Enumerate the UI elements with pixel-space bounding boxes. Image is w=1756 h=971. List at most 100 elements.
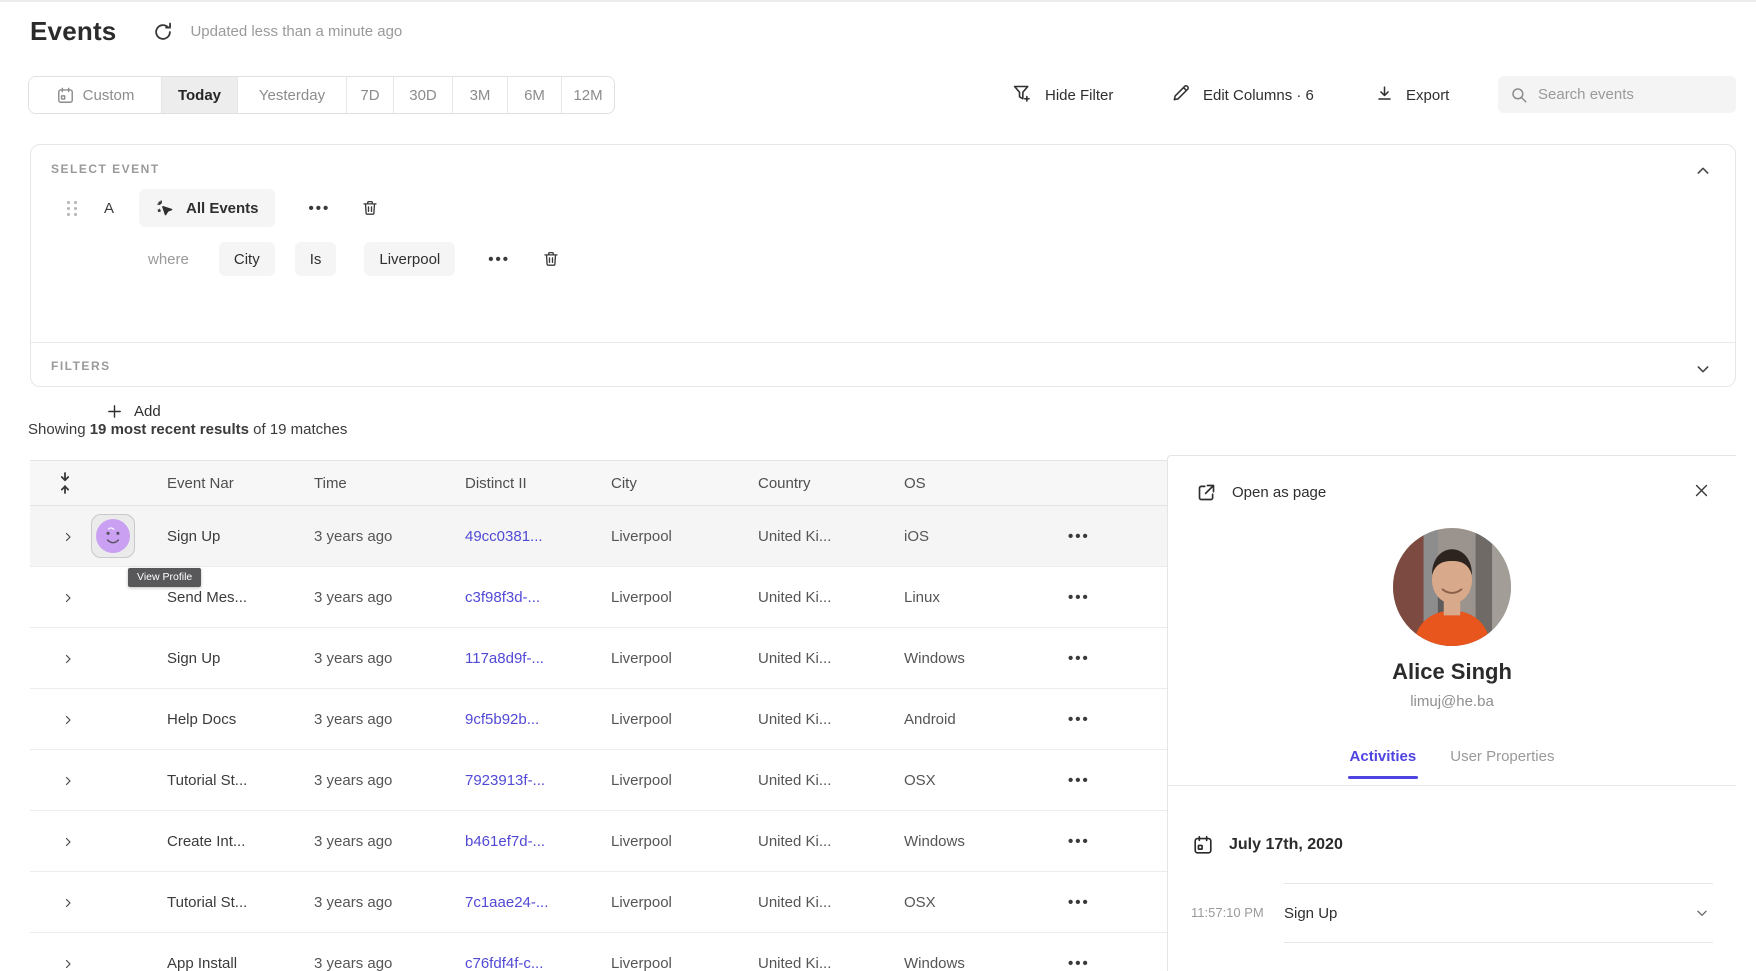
expand-filters-chevron-down-icon[interactable] — [1695, 361, 1711, 377]
results-summary: Showing 19 most recent results of 19 mat… — [28, 421, 347, 438]
filter-trash-icon[interactable] — [542, 249, 560, 269]
distinct-id-link[interactable]: b461ef7d-... — [465, 833, 611, 850]
expand-row-chevron-right-icon[interactable] — [62, 957, 74, 969]
distinct-id-link[interactable]: c76fdf4f-c... — [465, 955, 611, 971]
row-more-icon[interactable]: ••• — [1040, 589, 1167, 606]
distinct-id-link[interactable]: 9cf5b92b... — [465, 711, 611, 728]
refresh-icon[interactable] — [152, 21, 174, 43]
distinct-id-link[interactable]: 117a8d9f-... — [465, 650, 611, 667]
header-city[interactable]: City — [611, 475, 758, 492]
filter-operator-chip[interactable]: Is — [295, 242, 337, 276]
expand-row-chevron-right-icon[interactable] — [62, 530, 74, 542]
country-cell: United Ki... — [758, 772, 904, 789]
collapse-all-rows-icon[interactable] — [58, 472, 72, 494]
profile-tab-activities[interactable]: Activities — [1350, 748, 1417, 779]
event-more-icon[interactable]: ••• — [309, 200, 331, 217]
avatar-cell — [86, 514, 167, 558]
distinct-id-link[interactable]: c3f98f3d-... — [465, 589, 611, 606]
date-tab-custom[interactable]: Custom — [29, 77, 161, 113]
row-more-icon[interactable]: ••• — [1040, 711, 1167, 728]
city-cell: Liverpool — [611, 528, 758, 545]
date-tab-30d[interactable]: 30D — [393, 77, 452, 113]
table-row[interactable]: Create Int...3 years agob461ef7d-...Live… — [30, 811, 1167, 872]
country-cell: United Ki... — [758, 589, 904, 606]
expand-row-chevron-right-icon[interactable] — [62, 591, 74, 603]
filters-label: FILTERS — [51, 359, 111, 373]
time-cell: 3 years ago — [314, 833, 465, 850]
search-icon — [1510, 86, 1528, 104]
row-more-icon[interactable]: ••• — [1040, 650, 1167, 667]
header-event-name[interactable]: Event Nar — [167, 475, 314, 492]
distinct-id-link[interactable]: 7c1aae24-... — [465, 894, 611, 911]
event-name-cell: Help Docs — [167, 711, 314, 728]
time-cell: 3 years ago — [314, 894, 465, 911]
expand-row-chevron-right-icon[interactable] — [62, 652, 74, 664]
table-row[interactable]: App Install3 years agoc76fdf4f-c...Liver… — [30, 933, 1167, 971]
filter-value-chip[interactable]: Liverpool — [364, 242, 455, 276]
download-icon — [1375, 84, 1394, 107]
expand-row-chevron-right-icon[interactable] — [62, 713, 74, 725]
event-trash-icon[interactable] — [361, 198, 379, 218]
date-tab-3m[interactable]: 3M — [452, 77, 507, 113]
distinct-id-link[interactable]: 49cc0381... — [465, 528, 611, 545]
export-button[interactable]: Export — [1375, 76, 1449, 114]
profile-panel: Open as page Alice Singh limuj — [1167, 455, 1736, 971]
date-tab-7d[interactable]: 7D — [346, 77, 393, 113]
expand-row-chevron-right-icon[interactable] — [62, 896, 74, 908]
date-tab-12m[interactable]: 12M — [561, 77, 614, 113]
table-row[interactable]: Tutorial St...3 years ago7923913f-...Liv… — [30, 750, 1167, 811]
select-event-label: SELECT EVENT — [51, 162, 160, 176]
user-avatar[interactable] — [96, 519, 130, 553]
date-tab-6m[interactable]: 6M — [507, 77, 561, 113]
date-tab-label: 12M — [573, 87, 602, 104]
selected-avatar-frame[interactable] — [91, 514, 135, 558]
table-row[interactable]: Sign Up3 years ago117a8d9f-...LiverpoolU… — [30, 628, 1167, 689]
country-cell: United Ki... — [758, 833, 904, 850]
city-cell: Liverpool — [611, 772, 758, 789]
edit-columns-button[interactable]: Edit Columns · 6 — [1171, 76, 1314, 114]
filter-property-chip[interactable]: City — [219, 242, 275, 276]
date-tab-yesterday[interactable]: Yesterday — [237, 77, 346, 113]
expand-row-chevron-right-icon[interactable] — [62, 774, 74, 786]
where-label: where — [148, 251, 189, 268]
events-table: Event Nar Time Distinct II City Country … — [30, 460, 1167, 971]
where-filter-row: where City Is Liverpool ••• — [148, 242, 560, 276]
header-country[interactable]: Country — [758, 475, 904, 492]
profile-email: limuj@he.ba — [1168, 693, 1736, 710]
activity-event-expander[interactable]: Sign Up — [1284, 883, 1713, 943]
time-cell: 3 years ago — [314, 955, 465, 971]
external-link-icon — [1196, 482, 1217, 503]
row-more-icon[interactable]: ••• — [1040, 955, 1167, 971]
row-more-icon[interactable]: ••• — [1040, 772, 1167, 789]
row-more-icon[interactable]: ••• — [1040, 833, 1167, 850]
open-as-page-button[interactable]: Open as page — [1196, 482, 1326, 503]
header-time[interactable]: Time — [314, 475, 465, 492]
distinct-id-link[interactable]: 7923913f-... — [465, 772, 611, 789]
row-more-icon[interactable]: ••• — [1040, 894, 1167, 911]
search-input[interactable] — [1538, 86, 1724, 103]
add-event-button[interactable]: Add — [106, 403, 161, 420]
header-distinct-id[interactable]: Distinct II — [465, 475, 611, 492]
os-cell: Android — [904, 711, 1040, 728]
header-os[interactable]: OS — [904, 475, 1040, 492]
expand-row-chevron-right-icon[interactable] — [62, 835, 74, 847]
date-tab-label: 7D — [360, 87, 379, 104]
drag-handle-icon[interactable] — [67, 201, 78, 216]
table-row[interactable]: Help Docs3 years ago9cf5b92b...Liverpool… — [30, 689, 1167, 750]
date-tab-label: Custom — [83, 87, 135, 104]
date-tab-today[interactable]: Today — [161, 77, 237, 113]
table-row[interactable]: Tutorial St...3 years ago7c1aae24-...Liv… — [30, 872, 1167, 933]
table-row[interactable]: Sign Up3 years ago49cc0381...LiverpoolUn… — [30, 506, 1167, 567]
row-more-icon[interactable]: ••• — [1040, 528, 1167, 545]
filter-more-icon[interactable]: ••• — [488, 251, 510, 268]
all-events-chip[interactable]: All Events — [139, 189, 275, 227]
filter-plus-icon — [1012, 83, 1033, 108]
event-name-cell: App Install — [167, 955, 314, 971]
close-panel-icon[interactable] — [1693, 482, 1710, 499]
profile-tab-user-properties[interactable]: User Properties — [1450, 748, 1554, 779]
event-name-cell: Create Int... — [167, 833, 314, 850]
os-cell: OSX — [904, 772, 1040, 789]
chevron-down-icon — [1695, 906, 1709, 920]
collapse-select-event-chevron-up-icon[interactable] — [1695, 163, 1711, 179]
hide-filter-button[interactable]: Hide Filter — [1012, 76, 1113, 114]
